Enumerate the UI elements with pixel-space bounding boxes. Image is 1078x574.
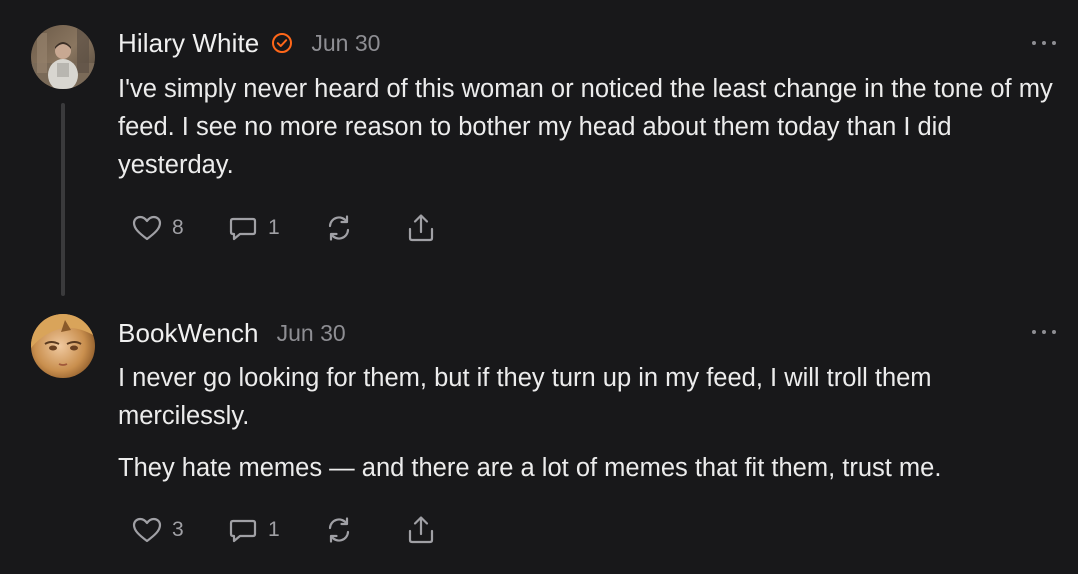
avatar[interactable] (31, 314, 95, 378)
reply-count: 1 (268, 216, 280, 239)
comment-date[interactable]: Jun 30 (311, 30, 380, 57)
restack-icon (328, 517, 350, 543)
restack-button[interactable] (322, 513, 404, 547)
comment-actions: 8 1 (130, 211, 438, 245)
more-icon[interactable] (1032, 328, 1056, 336)
comment-body: I never go looking for them, but if they… (118, 359, 1068, 487)
comment-hilary-white: Hilary White Jun 30 I've simply never he… (0, 0, 1078, 300)
thread-line (61, 103, 65, 296)
comment-bookwench: BookWench Jun 30 I never go looking for … (0, 300, 1078, 574)
restack-icon (328, 215, 350, 241)
comment-icon (229, 217, 257, 241)
restack-button[interactable] (322, 211, 404, 245)
author-name[interactable]: Hilary White (118, 28, 259, 59)
like-count: 3 (172, 518, 184, 541)
verified-icon (271, 32, 293, 54)
comment-header: BookWench Jun 30 (118, 317, 346, 349)
like-button[interactable]: 3 (130, 513, 226, 547)
share-button[interactable] (404, 211, 438, 245)
heart-icon (132, 517, 162, 543)
comment-icon (229, 519, 257, 543)
comment-paragraph: They hate memes — and there are a lot of… (118, 454, 942, 482)
comment-paragraph: I never go looking for them, but if they… (118, 364, 932, 430)
share-icon (408, 214, 434, 242)
heart-icon (132, 215, 162, 241)
avatar[interactable] (31, 25, 95, 89)
comment-actions: 3 1 (130, 513, 438, 547)
comment-body: I've simply never heard of this woman or… (118, 70, 1068, 184)
author-name[interactable]: BookWench (118, 318, 259, 349)
reply-button[interactable]: 1 (226, 211, 322, 245)
reply-count: 1 (268, 518, 280, 541)
like-count: 8 (172, 216, 184, 239)
share-icon (408, 516, 434, 544)
comment-paragraph: I've simply never heard of this woman or… (118, 75, 1053, 179)
share-button[interactable] (404, 513, 438, 547)
more-icon[interactable] (1032, 39, 1056, 47)
like-button[interactable]: 8 (130, 211, 226, 245)
comment-header: Hilary White Jun 30 (118, 27, 380, 59)
reply-button[interactable]: 1 (226, 513, 322, 547)
comment-date[interactable]: Jun 30 (277, 320, 346, 347)
